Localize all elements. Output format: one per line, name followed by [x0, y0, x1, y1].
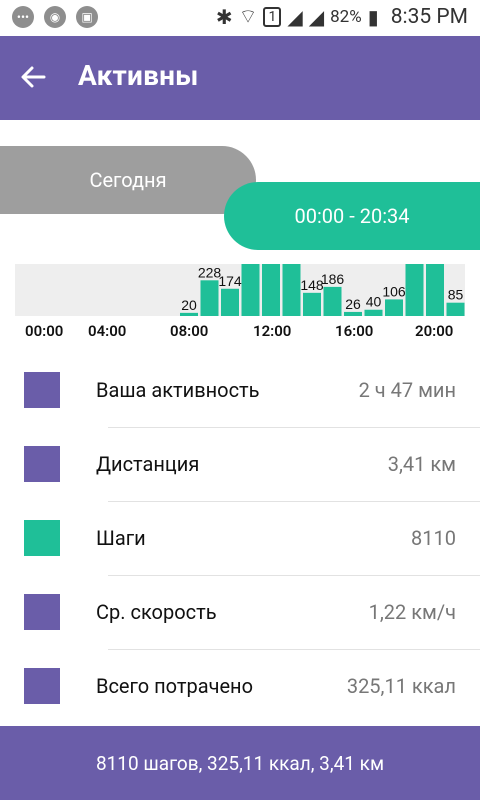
today-tab[interactable]: Сегодня — [0, 146, 256, 214]
chart-bar — [262, 264, 280, 316]
metric-row[interactable]: Ср. скорость 1,22 км/ч — [0, 576, 480, 650]
bank-app-icon: ◉ — [44, 6, 66, 28]
wifi-icon: ⌔ — [238, 4, 258, 28]
chart-x-axis: 00:00 04:00 08:00 12:00 16:00 20:00 — [0, 318, 480, 344]
metric-row[interactable]: Шаги 8110 — [0, 502, 480, 576]
metric-color-swatch — [24, 594, 60, 630]
metric-value: 2 ч 47 мин — [358, 378, 456, 402]
metric-label: Ваша активность — [96, 378, 260, 402]
metric-label: Дистанция — [96, 452, 200, 476]
chart-bar — [241, 264, 260, 316]
metric-color-swatch — [24, 446, 60, 482]
chart-bar — [221, 288, 239, 316]
metric-label: Всего потрачено — [96, 674, 253, 698]
bluetooth-icon: ✱ — [215, 4, 233, 29]
metric-color-swatch — [24, 668, 60, 704]
x-tick-label: 08:00 — [170, 322, 209, 340]
signal-icon-2: ◢ — [308, 4, 325, 29]
sim-badge: 1 — [263, 6, 282, 27]
battery-icon: ▮ — [367, 4, 379, 29]
battery-percent: 82% — [330, 6, 362, 27]
notification-icons: ••• ◉ ▣ — [12, 6, 98, 28]
metric-value: 3,41 км — [387, 452, 456, 476]
chart-bar — [405, 264, 424, 316]
system-icons: ✱ ⌔ 1 ◢ ◢ 82% ▮ 8:35 PM — [216, 4, 468, 29]
metric-row[interactable]: Всего потрачено 325,11 ккал — [0, 650, 480, 724]
chart-bar — [426, 264, 444, 316]
chart-bar — [446, 302, 465, 316]
chart-bar — [344, 311, 362, 316]
time-range-tab[interactable]: 00:00 - 20:34 — [224, 182, 480, 250]
metric-row[interactable]: Дистанция 3,41 км — [0, 428, 480, 502]
page-title: Активны — [78, 59, 199, 92]
chart-bar — [364, 309, 383, 316]
app-bar: Активны — [0, 36, 480, 120]
clock: 8:35 PM — [390, 4, 468, 29]
metrics-list: Ваша активность 2 ч 47 мин Дистанция 3,41 к… — [0, 354, 480, 724]
x-tick-label: 12:00 — [253, 322, 292, 340]
metric-label: Шаги — [96, 526, 146, 550]
back-arrow-icon[interactable] — [18, 62, 48, 92]
chart-bar — [323, 286, 342, 316]
bar-value-label: 85 — [448, 287, 464, 303]
chart-bar — [385, 299, 403, 316]
chat-icon: ••• — [12, 6, 34, 28]
metric-color-swatch — [24, 372, 60, 408]
status-bar: ••• ◉ ▣ ✱ ⌔ 1 ◢ ◢ 82% ▮ 8:35 PM — [0, 0, 480, 36]
bar-value-label: 26 — [345, 296, 361, 312]
bar-value-label: 106 — [382, 283, 406, 299]
chart-bar — [303, 292, 321, 316]
metric-label: Ср. скорость — [96, 600, 217, 624]
x-tick-label: 00:00 — [25, 322, 64, 340]
metric-value: 325,11 ккал — [346, 674, 456, 698]
bar-value-label: 40 — [366, 294, 382, 310]
signal-icon: ◢ — [287, 4, 303, 29]
metric-value: 8110 — [411, 526, 456, 550]
summary-bar: 8110 шагов, 325,11 ккал, 3,41 км — [0, 726, 480, 800]
bar-value-label: 20 — [181, 297, 197, 313]
bar-value-label: 186 — [321, 271, 345, 287]
metric-value: 1,22 км/ч — [368, 600, 456, 624]
x-tick-label: 16:00 — [335, 322, 374, 340]
box-app-icon: ▣ — [76, 6, 98, 28]
x-tick-label: 04:00 — [88, 322, 127, 340]
chart-bar — [200, 280, 219, 316]
chart-bar — [180, 312, 198, 316]
activity-chart-svg: 20228174 14818626 40106 85 — [180, 264, 465, 316]
bar-value-label: 174 — [218, 273, 242, 289]
x-tick-label: 20:00 — [415, 322, 454, 340]
activity-chart: 20 228 174 148 186 26 40 106 85 — [15, 264, 465, 316]
metric-row[interactable]: Ваша активность 2 ч 47 мин — [0, 354, 480, 428]
chart-bar — [282, 264, 301, 316]
metric-color-swatch — [24, 520, 60, 556]
